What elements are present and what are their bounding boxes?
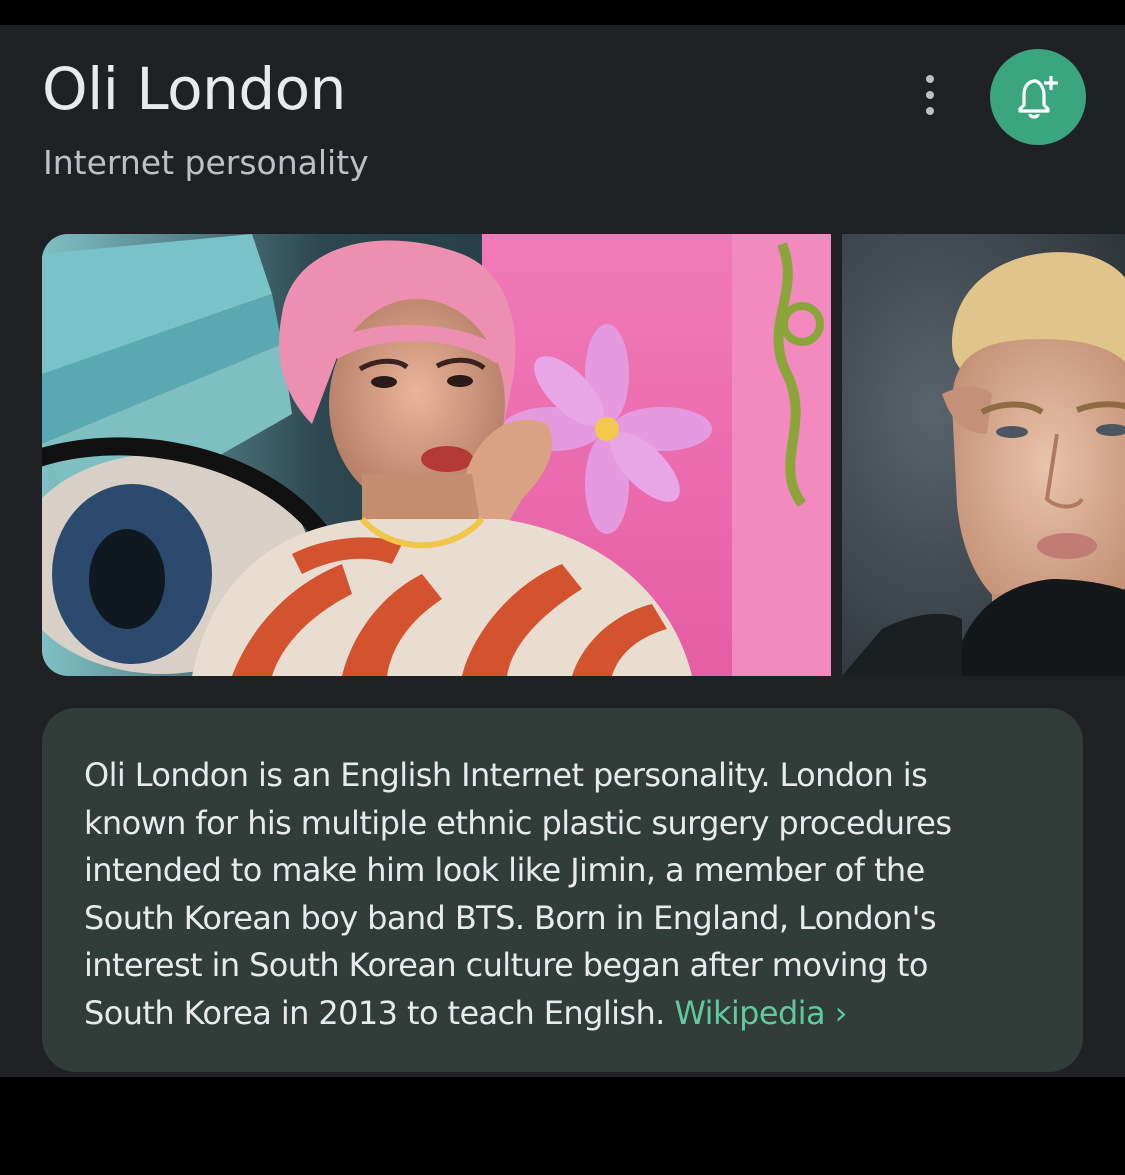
more-vert-icon	[926, 75, 934, 83]
knowledge-panel: Oli London Internet personality Oli Lond…	[0, 25, 1125, 1077]
description-line: South Korean boy band BTS. Born in Engla…	[84, 898, 937, 937]
more-options-button[interactable]	[912, 75, 948, 115]
bell-plus-icon	[1018, 76, 1058, 119]
description-line: South Korea in 2013 to teach English.	[84, 993, 665, 1032]
wikipedia-link[interactable]: Wikipedia ›	[674, 993, 848, 1032]
description-line: Oli London is an English Internet person…	[84, 756, 928, 794]
description-text: Oli London is an English Internet person…	[84, 752, 1043, 1037]
description-line: interest in South Korean culture began a…	[84, 946, 928, 984]
entity-title: Oli London	[42, 55, 346, 123]
description-line: intended to make him look like Jimin, a …	[84, 851, 925, 889]
chevron-right-icon: ›	[834, 993, 848, 1032]
entity-subtitle: Internet personality	[43, 143, 369, 182]
follow-bell-button[interactable]	[990, 49, 1086, 145]
wikipedia-link-label: Wikipedia	[674, 993, 825, 1032]
photo-blonde-portrait	[842, 234, 1125, 676]
description-line: known for his multiple ethnic plastic su…	[84, 803, 952, 842]
entity-image-2[interactable]	[842, 234, 1125, 676]
description-card: Oli London is an English Internet person…	[42, 708, 1083, 1072]
entity-image-1[interactable]	[42, 234, 831, 676]
photo-pink-hair	[42, 234, 831, 676]
